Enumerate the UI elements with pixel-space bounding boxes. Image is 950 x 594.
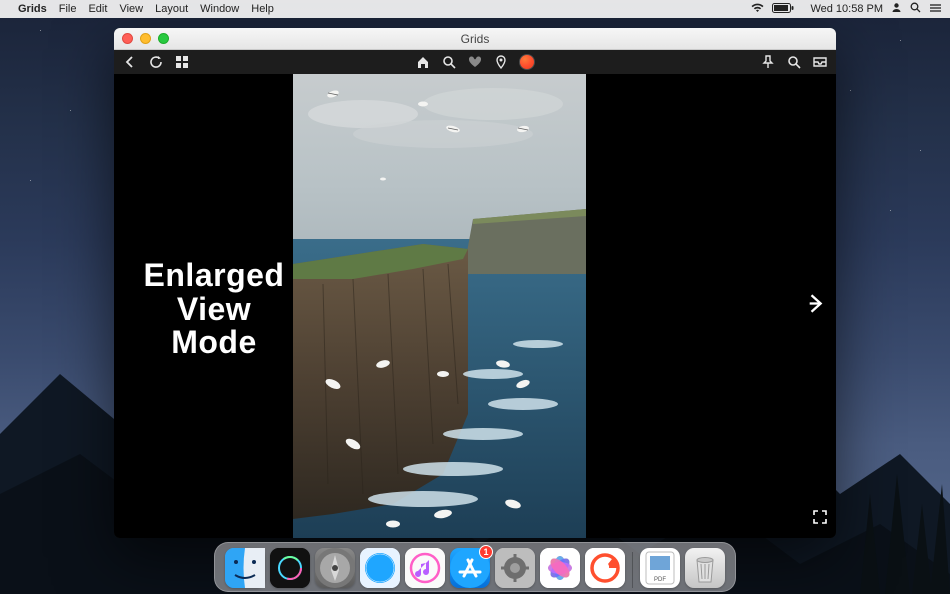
notification-center-icon[interactable] xyxy=(929,3,942,16)
photo-viewer: Enlarged View Mode xyxy=(114,74,836,538)
window-titlebar[interactable]: Grids xyxy=(114,28,836,50)
dock-separator xyxy=(632,552,633,588)
reload-button[interactable] xyxy=(148,54,164,70)
dock-launchpad[interactable] xyxy=(315,548,355,588)
search-secondary-icon[interactable] xyxy=(786,54,802,70)
dock-settings[interactable] xyxy=(495,548,535,588)
dock-appstore[interactable]: 1 xyxy=(450,548,490,588)
next-photo-button[interactable] xyxy=(806,293,828,320)
menubar: Grids File Edit View Layout Window Help … xyxy=(0,0,950,18)
menu-window[interactable]: Window xyxy=(200,3,239,15)
heart-icon[interactable] xyxy=(467,54,483,70)
dock: 1 PDF xyxy=(214,542,736,592)
menu-help[interactable]: Help xyxy=(251,3,274,15)
dock-siri[interactable] xyxy=(270,548,310,588)
appstore-badge: 1 xyxy=(479,545,493,559)
menu-view[interactable]: View xyxy=(119,3,143,15)
dock-grids[interactable] xyxy=(585,548,625,588)
dock-safari[interactable] xyxy=(360,548,400,588)
photo-content xyxy=(293,74,586,538)
user-icon[interactable] xyxy=(891,2,902,16)
app-toolbar xyxy=(114,50,836,74)
pin-icon[interactable] xyxy=(760,54,776,70)
menu-edit[interactable]: Edit xyxy=(88,3,107,15)
menu-file[interactable]: File xyxy=(59,3,77,15)
location-icon[interactable] xyxy=(493,54,509,70)
wifi-icon[interactable] xyxy=(751,3,764,16)
dock-photos[interactable] xyxy=(540,548,580,588)
menubar-clock[interactable]: Wed 10:58 PM xyxy=(810,3,883,15)
grids-app-icon[interactable] xyxy=(519,54,535,70)
dock-finder[interactable] xyxy=(225,548,265,588)
grid-view-button[interactable] xyxy=(174,54,190,70)
window-close-button[interactable] xyxy=(122,33,133,44)
dock-itunes[interactable] xyxy=(405,548,445,588)
window-zoom-button[interactable] xyxy=(158,33,169,44)
spotlight-icon[interactable] xyxy=(910,2,921,16)
dock-trash[interactable] xyxy=(685,548,725,588)
window-minimize-button[interactable] xyxy=(140,33,151,44)
app-window: Grids xyxy=(114,28,836,538)
overlay-caption: Enlarged View Mode xyxy=(134,259,294,360)
back-button[interactable] xyxy=(122,54,138,70)
window-title: Grids xyxy=(114,32,836,46)
search-icon[interactable] xyxy=(441,54,457,70)
dock-preview[interactable]: PDF xyxy=(640,548,680,588)
svg-text:PDF: PDF xyxy=(654,577,666,583)
home-icon[interactable] xyxy=(415,54,431,70)
inbox-icon[interactable] xyxy=(812,54,828,70)
exit-fullscreen-icon[interactable] xyxy=(812,509,828,530)
menu-layout[interactable]: Layout xyxy=(155,3,188,15)
menubar-app-name[interactable]: Grids xyxy=(18,3,47,15)
battery-icon[interactable] xyxy=(772,3,794,16)
